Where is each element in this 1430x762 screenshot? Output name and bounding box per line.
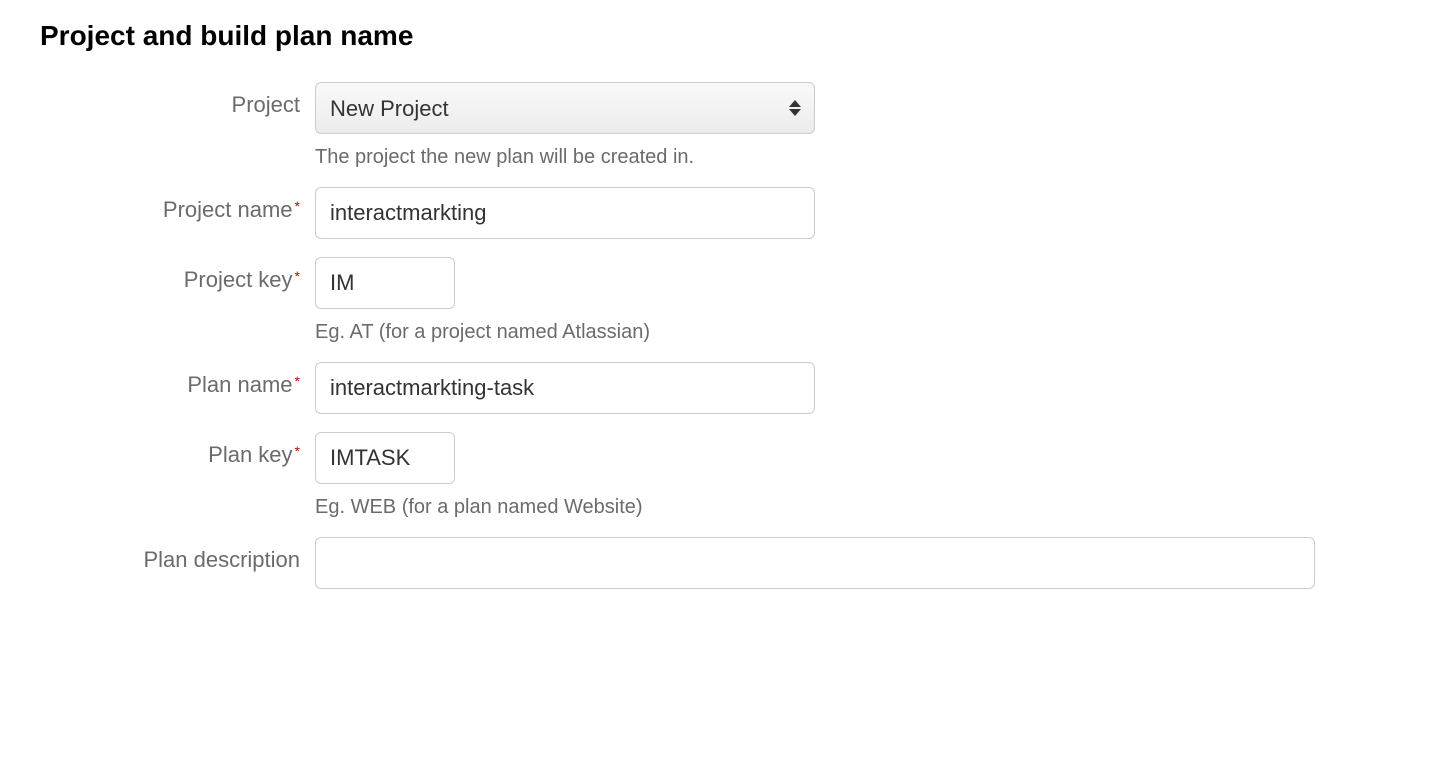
project-select[interactable]: New Project [315, 82, 815, 134]
plan-description-row: Plan description [40, 537, 1390, 589]
project-name-row: Project name* [40, 187, 1390, 239]
project-key-help-text: Eg. AT (for a project named Atlassian) [315, 321, 1315, 344]
plan-key-label: Plan key [208, 442, 292, 467]
project-key-label: Project key [184, 267, 293, 292]
project-name-input[interactable] [315, 187, 815, 239]
form-title: Project and build plan name [40, 20, 1390, 52]
project-help-text: The project the new plan will be created… [315, 146, 1315, 169]
project-label: Project [232, 92, 300, 117]
plan-description-label: Plan description [143, 547, 300, 572]
project-key-input[interactable] [315, 257, 455, 309]
required-asterisk-icon: * [295, 373, 300, 389]
plan-name-label: Plan name [187, 372, 292, 397]
project-name-label: Project name [163, 197, 293, 222]
plan-key-row: Plan key* Eg. WEB (for a plan named Webs… [40, 432, 1390, 519]
plan-description-input[interactable] [315, 537, 1315, 589]
required-asterisk-icon: * [295, 443, 300, 459]
plan-key-help-text: Eg. WEB (for a plan named Website) [315, 496, 1315, 519]
plan-name-row: Plan name* [40, 362, 1390, 414]
project-key-row: Project key* Eg. AT (for a project named… [40, 257, 1390, 344]
plan-name-input[interactable] [315, 362, 815, 414]
required-asterisk-icon: * [295, 268, 300, 284]
required-asterisk-icon: * [295, 198, 300, 214]
plan-key-input[interactable] [315, 432, 455, 484]
project-row: Project New Project The project the new … [40, 82, 1390, 169]
